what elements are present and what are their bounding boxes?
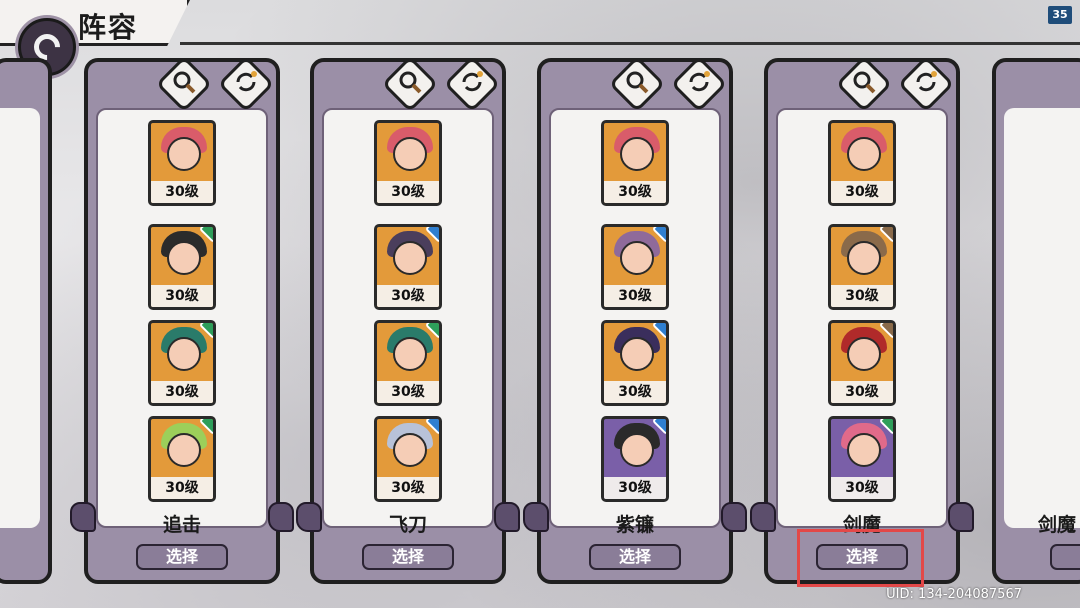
page-title: 阵容 bbox=[78, 11, 139, 44]
hero-art bbox=[151, 123, 213, 181]
team-card: 30级 30级 30级 30级 紫镰 选择 bbox=[523, 55, 747, 584]
hero-portrait[interactable]: 30级 bbox=[148, 224, 216, 310]
hero-art bbox=[604, 419, 666, 477]
team-card-partial-left bbox=[0, 58, 52, 584]
select-button[interactable]: 选择 bbox=[589, 544, 681, 570]
hero-level: 30级 bbox=[377, 381, 439, 403]
select-button[interactable]: 选择 bbox=[362, 544, 454, 570]
refresh-icon bbox=[914, 70, 938, 98]
hero-level: 30级 bbox=[604, 285, 666, 307]
hand-icon bbox=[296, 502, 322, 532]
hero-art bbox=[151, 227, 213, 285]
hand-icon bbox=[523, 502, 549, 532]
sync-button[interactable] bbox=[897, 55, 955, 113]
hero-portrait[interactable]: 30级 bbox=[374, 416, 442, 502]
refresh-icon bbox=[687, 70, 711, 98]
hero-level: 30级 bbox=[377, 477, 439, 499]
hero-portrait[interactable]: 30级 bbox=[601, 120, 669, 206]
hero-portrait[interactable]: 30级 bbox=[601, 320, 669, 406]
team-card: 30级 30级 30级 30级 飞刀 选择 bbox=[296, 55, 520, 584]
search-button[interactable] bbox=[835, 55, 893, 113]
refresh-icon bbox=[234, 70, 258, 98]
hero-art bbox=[604, 323, 666, 381]
hero-level: 30级 bbox=[604, 477, 666, 499]
hero-level: 30级 bbox=[151, 181, 213, 203]
hand-icon bbox=[750, 502, 776, 532]
hero-art bbox=[831, 123, 893, 181]
hero-level: 30级 bbox=[831, 381, 893, 403]
hero-level: 30级 bbox=[151, 381, 213, 403]
hero-art bbox=[377, 323, 439, 381]
hand-icon bbox=[70, 502, 96, 532]
team-card-partial-right: 剑魔 bbox=[992, 58, 1080, 584]
search-button[interactable] bbox=[155, 55, 213, 113]
hero-art bbox=[377, 419, 439, 477]
hero-art bbox=[831, 227, 893, 285]
hero-portrait[interactable]: 30级 bbox=[374, 120, 442, 206]
hand-icon bbox=[494, 502, 520, 532]
hero-portrait[interactable]: 30级 bbox=[148, 120, 216, 206]
hero-level: 30级 bbox=[604, 181, 666, 203]
hand-icon bbox=[948, 502, 974, 532]
hand-icon bbox=[268, 502, 294, 532]
hero-art bbox=[151, 323, 213, 381]
hero-portrait[interactable]: 30级 bbox=[148, 416, 216, 502]
hero-art bbox=[604, 123, 666, 181]
team-card: 30级 30级 30级 30级 剑魔 选择 bbox=[750, 55, 974, 584]
hero-portrait[interactable]: 30级 bbox=[828, 224, 896, 310]
hero-portrait[interactable]: 30级 bbox=[828, 320, 896, 406]
search-button[interactable] bbox=[381, 55, 439, 113]
hero-level: 30级 bbox=[377, 285, 439, 307]
magnifier-icon bbox=[852, 70, 876, 98]
hand-icon bbox=[721, 502, 747, 532]
hero-level: 30级 bbox=[377, 181, 439, 203]
team-name: 追击 bbox=[162, 514, 201, 536]
hero-level: 30级 bbox=[831, 181, 893, 203]
select-button[interactable]: 选择 bbox=[136, 544, 228, 570]
team-name: 紫镰 bbox=[615, 514, 654, 536]
hero-art bbox=[831, 419, 893, 477]
hero-portrait[interactable]: 30级 bbox=[374, 224, 442, 310]
sync-button[interactable] bbox=[670, 55, 728, 113]
hero-level: 30级 bbox=[604, 381, 666, 403]
hero-level: 30级 bbox=[151, 285, 213, 307]
sync-button[interactable] bbox=[443, 55, 501, 113]
uid-label: UID: 134-204087567 bbox=[886, 587, 1022, 602]
select-button-partial[interactable] bbox=[1050, 544, 1080, 570]
magnifier-icon bbox=[172, 70, 196, 98]
magnifier-icon bbox=[625, 70, 649, 98]
fps-badge: 35 bbox=[1048, 6, 1072, 24]
hero-portrait[interactable]: 30级 bbox=[828, 416, 896, 502]
hero-art bbox=[377, 227, 439, 285]
hero-level: 30级 bbox=[831, 477, 893, 499]
hero-level: 30级 bbox=[831, 285, 893, 307]
hero-portrait[interactable]: 30级 bbox=[601, 416, 669, 502]
team-card: 30级 30级 30级 30级 追击 选择 bbox=[70, 55, 294, 584]
refresh-icon bbox=[460, 70, 484, 98]
hero-art bbox=[831, 323, 893, 381]
magnifier-icon bbox=[398, 70, 422, 98]
hero-art bbox=[377, 123, 439, 181]
header-divider bbox=[180, 42, 1080, 45]
selection-highlight bbox=[797, 529, 924, 587]
search-button[interactable] bbox=[608, 55, 666, 113]
hero-portrait[interactable]: 30级 bbox=[148, 320, 216, 406]
team-name: 飞刀 bbox=[388, 514, 427, 536]
hero-portrait[interactable]: 30级 bbox=[828, 120, 896, 206]
team-name: 剑魔 bbox=[1038, 514, 1077, 536]
hero-portrait[interactable]: 30级 bbox=[601, 224, 669, 310]
hero-portrait[interactable]: 30级 bbox=[374, 320, 442, 406]
hero-art bbox=[604, 227, 666, 285]
hero-level: 30级 bbox=[151, 477, 213, 499]
sync-button[interactable] bbox=[217, 55, 275, 113]
hero-art bbox=[151, 419, 213, 477]
